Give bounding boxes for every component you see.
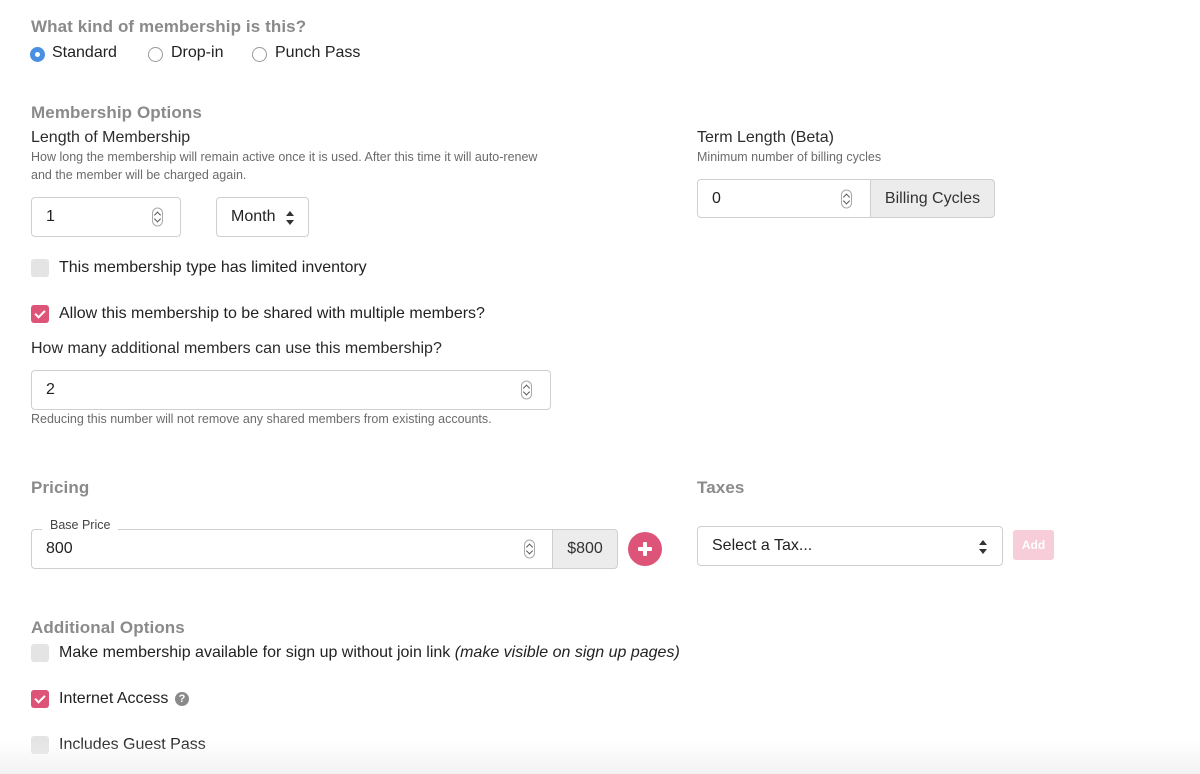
radio-punch-pass[interactable]: Punch Pass	[252, 44, 372, 66]
limited-inventory-checkbox[interactable]	[31, 259, 49, 277]
term-label: Term Length (Beta)	[697, 129, 834, 146]
add-tax-button[interactable]: Add	[1013, 530, 1054, 560]
radio-standard-label: Standard	[52, 44, 117, 61]
signup-label: Make membership available for sign up wi…	[59, 644, 451, 661]
limited-inventory-label: This membership type has limited invento…	[59, 259, 367, 276]
billing-cycles-addon: Billing Cycles	[870, 179, 995, 218]
length-help-2: and the member will be charged again.	[31, 168, 247, 182]
term-help: Minimum number of billing cycles	[697, 150, 882, 164]
radio-drop-in[interactable]: Drop-in	[148, 44, 238, 66]
membership-kind-title: What kind of membership is this?	[31, 17, 307, 36]
additional-members-help: Reducing this number will not remove any…	[31, 412, 492, 426]
length-spinner-icon[interactable]	[152, 207, 163, 227]
radio-drop-in-indicator[interactable]	[148, 47, 163, 62]
radio-drop-in-label: Drop-in	[171, 44, 224, 61]
select-arrows-icon	[979, 540, 987, 554]
taxes-title: Taxes	[697, 478, 745, 497]
base-price-label: Base Price	[42, 516, 119, 534]
limited-inventory-option[interactable]: This membership type has limited invento…	[31, 258, 391, 278]
shared-checkbox[interactable]	[31, 305, 49, 323]
membership-options-title: Membership Options	[31, 103, 202, 122]
length-value: 1	[46, 208, 55, 225]
radio-standard[interactable]: Standard	[30, 44, 130, 66]
term-spinner-icon[interactable]	[841, 189, 852, 208]
shared-label: Allow this membership to be shared with …	[59, 305, 485, 322]
tax-select-placeholder: Select a Tax...	[712, 537, 813, 554]
signup-note: (make visible on sign up pages)	[454, 644, 680, 661]
radio-standard-indicator[interactable]	[30, 47, 45, 62]
shared-option[interactable]: Allow this membership to be shared with …	[31, 304, 511, 324]
additional-members-value: 2	[46, 381, 55, 398]
signup-checkbox[interactable]	[31, 644, 49, 662]
base-price-display: $800	[552, 529, 618, 569]
length-input[interactable]: 1	[31, 197, 181, 237]
length-label: Length of Membership	[31, 129, 191, 146]
base-price-spinner-icon[interactable]	[524, 539, 535, 559]
internet-access-label: Internet Access	[59, 690, 169, 707]
length-help-1: How long the membership will remain acti…	[31, 150, 538, 164]
internet-access-option[interactable]: Internet Access ?	[31, 689, 231, 709]
radio-punch-pass-indicator[interactable]	[252, 47, 267, 62]
help-icon[interactable]: ?	[175, 692, 189, 706]
signup-option[interactable]: Make membership available for sign up wi…	[31, 643, 711, 663]
internet-access-checkbox[interactable]	[31, 690, 49, 708]
additional-members-spinner-icon[interactable]	[521, 380, 532, 400]
additional-members-question: How many additional members can use this…	[31, 340, 442, 357]
length-unit-value: Month	[231, 208, 276, 225]
term-value: 0	[712, 189, 721, 207]
bottom-fade	[0, 740, 1200, 774]
radio-punch-pass-label: Punch Pass	[275, 44, 361, 61]
tax-select[interactable]: Select a Tax...	[697, 526, 1003, 566]
term-input[interactable]: 0	[697, 179, 871, 218]
base-price-input[interactable]: 800	[31, 529, 553, 569]
add-price-button[interactable]	[628, 532, 662, 566]
pricing-title: Pricing	[31, 478, 90, 497]
additional-options-title: Additional Options	[31, 618, 185, 637]
additional-members-input[interactable]: 2	[31, 370, 551, 410]
base-price-value: 800	[46, 540, 73, 557]
select-arrows-icon	[286, 211, 294, 225]
length-unit-select[interactable]: Month	[216, 197, 309, 237]
